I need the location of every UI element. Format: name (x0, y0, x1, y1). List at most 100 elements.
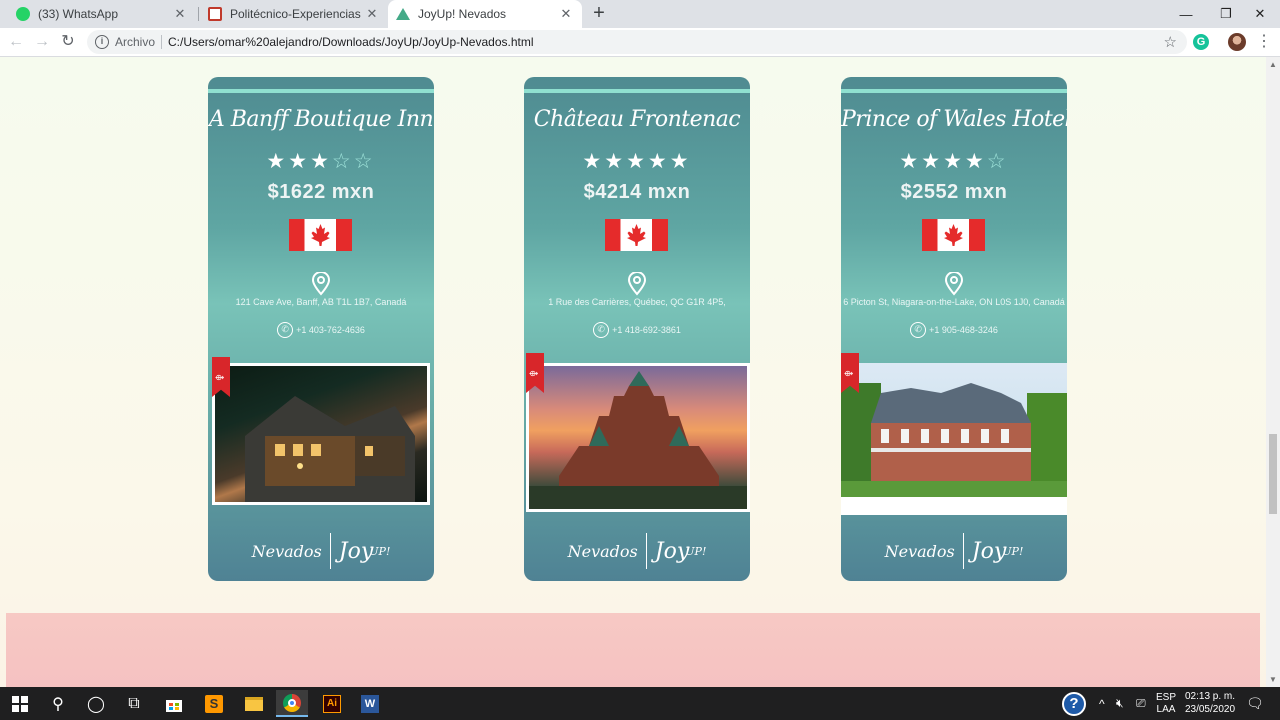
scroll-down-icon[interactable]: ▼ (1269, 675, 1277, 684)
address-scheme: Archivo (115, 35, 156, 49)
page-scrollbar[interactable]: ▲ ▼ (1266, 57, 1280, 687)
scrollbar-thumb[interactable] (1269, 434, 1277, 514)
hotel-phone: +1 418-692-3861 (612, 325, 681, 335)
star-full-icon: ★ (626, 150, 648, 173)
star-empty-icon: ☆ (353, 150, 376, 173)
brand-joy: Joy (971, 538, 1007, 564)
reload-icon[interactable]: ↻ (58, 32, 78, 52)
card-accent-line (841, 89, 1067, 93)
close-window-button[interactable]: ✕ (1240, 0, 1280, 28)
task-view-icon[interactable]: ⧉ (118, 690, 150, 717)
hotel-name: A Banff Boutique Inn (208, 107, 434, 132)
windows-start-icon[interactable] (4, 690, 36, 717)
tab-joyup[interactable]: JoyUp! Nevados ✕ (388, 0, 582, 28)
star-full-icon: ★ (921, 150, 944, 173)
show-hidden-icons-icon[interactable]: ^ (1099, 687, 1105, 720)
address-url[interactable]: C:/Users/omar%20alejandro/Downloads/JoyU… (168, 35, 534, 49)
tab-whatsapp[interactable]: (33) WhatsApp ✕ (8, 0, 196, 28)
menu-dots-icon[interactable]: ⋮ (1256, 34, 1272, 50)
star-full-icon: ★ (647, 150, 670, 173)
close-icon[interactable]: ✕ (172, 6, 188, 22)
network-icon[interactable]: ⎚ (1136, 687, 1146, 720)
tab-title: Politécnico-Experiencias (230, 7, 361, 21)
hotel-name: Château Frontenac (533, 107, 741, 132)
whatsapp-icon (16, 7, 30, 21)
cortana-icon[interactable]: ◯ (80, 690, 112, 717)
location-pin-icon (627, 272, 647, 296)
hotel-photo (841, 363, 1067, 515)
brand-footer: Nevados Joy UP! (841, 533, 1067, 569)
star-full-icon: ★ (964, 150, 987, 173)
help-icon[interactable]: ? (1062, 687, 1086, 720)
scroll-up-icon[interactable]: ▲ (1269, 60, 1277, 69)
forward-icon[interactable]: → (32, 32, 52, 52)
hotel-phone: +1 403-762-4636 (296, 325, 365, 335)
volume-muted-icon[interactable]: 🔇︎ (1116, 687, 1124, 720)
bookmark-star-icon[interactable]: ☆ (1164, 33, 1177, 51)
star-rating: ★★★★☆ (841, 149, 1067, 174)
back-icon[interactable]: ← (6, 32, 26, 52)
phone-icon: ✆ (277, 322, 294, 338)
brand-divider (645, 533, 647, 569)
hotel-price: $2552 mxn (900, 181, 1008, 203)
system-clock[interactable]: 02:13 p. m. 23/05/2020 (1180, 690, 1240, 716)
new-tab-button[interactable]: + (589, 3, 609, 23)
close-icon[interactable]: ✕ (364, 6, 380, 22)
star-full-icon: ★ (943, 150, 965, 173)
star-rating: ★★★★★ (524, 149, 750, 174)
star-full-icon: ★ (604, 150, 627, 173)
close-icon[interactable]: ✕ (558, 6, 574, 22)
star-full-icon: ★ (899, 150, 922, 173)
tab-title: JoyUp! Nevados (418, 7, 507, 21)
brand-joy: Joy (338, 538, 374, 564)
search-icon[interactable]: ⚲ (42, 690, 74, 717)
canada-flag-icon (289, 219, 352, 251)
star-full-icon: ★ (310, 150, 332, 173)
location-pin-icon (944, 272, 964, 296)
star-empty-icon: ☆ (331, 150, 354, 173)
canada-flag-icon (922, 219, 985, 251)
chrome-icon[interactable] (276, 690, 308, 717)
file-explorer-icon[interactable] (238, 690, 270, 717)
minimize-button[interactable]: — (1166, 0, 1206, 28)
brand-up: UP! (1002, 544, 1024, 558)
language-indicator[interactable]: ESP LAA (1156, 687, 1176, 720)
sublime-text-icon[interactable]: S (198, 690, 230, 717)
hotel-photo (212, 363, 430, 505)
hotel-address: 121 Cave Ave, Banff, AB T1L 1B7, Canadá (235, 297, 407, 307)
star-full-icon: ★ (266, 150, 289, 173)
tab-politecnico[interactable]: Politécnico-Experiencias ✕ (200, 0, 388, 28)
star-full-icon: ★ (669, 150, 692, 173)
hotel-address: 1 Rue des Carrières, Québec, QC G1R 4P5, (548, 297, 726, 307)
page-viewport: A Banff Boutique Inn ★★★☆☆ $1622 mxn 121… (0, 57, 1280, 687)
hotel-card: Prince of Wales Hotel ★★★★☆ $2552 mxn 6 … (841, 77, 1067, 581)
store-icon[interactable] (158, 690, 190, 717)
brand-nevados: Nevados (884, 541, 955, 561)
grammarly-extension-icon[interactable]: G (1193, 34, 1209, 50)
tab-strip: (33) WhatsApp ✕ Politécnico-Experiencias… (0, 0, 1280, 28)
hotel-photo (526, 363, 750, 512)
hotel-phone: +1 905-468-3246 (929, 325, 998, 335)
card-accent-line (208, 89, 434, 93)
tab-divider (198, 7, 199, 21)
brand-divider (962, 533, 964, 569)
profile-avatar[interactable] (1228, 33, 1246, 51)
brand-footer: Nevados Joy UP! (524, 533, 750, 569)
hotel-card: Château Frontenac ★★★★★ $4214 mxn 1 Rue … (524, 77, 750, 581)
address-bar[interactable]: i Archivo C:/Users/omar%20alejandro/Down… (87, 30, 1187, 54)
notifications-icon[interactable]: 🗨︎ (1246, 687, 1264, 720)
brand-divider (329, 533, 331, 569)
next-section-band (6, 613, 1260, 687)
star-full-icon: ★ (288, 150, 311, 173)
star-rating: ★★★☆☆ (208, 149, 434, 174)
brand-up: UP! (685, 544, 707, 558)
brand-nevados: Nevados (251, 541, 322, 561)
clock-date: 23/05/2020 (1184, 704, 1236, 715)
illustrator-icon[interactable]: Ai (316, 690, 348, 717)
clock-time: 02:13 p. m. (1184, 691, 1236, 702)
word-icon[interactable]: W (354, 690, 386, 717)
brand-footer: Nevados Joy UP! (208, 533, 434, 569)
info-icon[interactable]: i (95, 35, 109, 49)
star-full-icon: ★ (582, 150, 605, 173)
hotel-phone-row: ✆ +1 905-468-3246 (841, 322, 1067, 338)
